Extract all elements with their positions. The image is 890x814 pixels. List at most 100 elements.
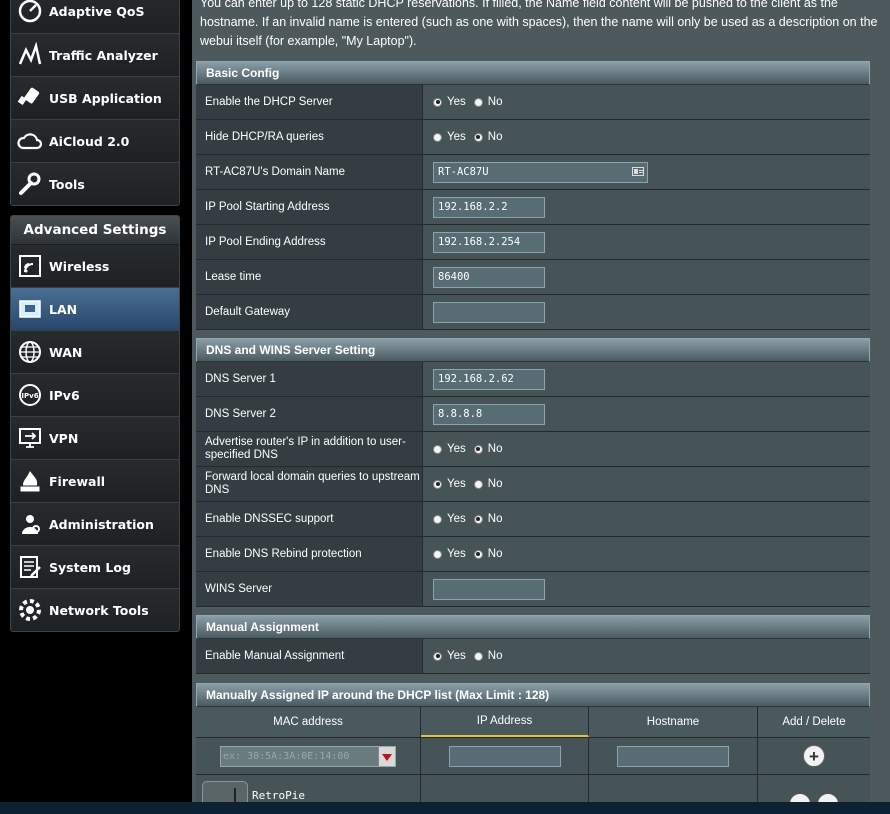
pool-start-input[interactable]: 192.168.2.2 xyxy=(433,196,545,218)
pool-end-row: IP Pool Ending Address 192.168.2.254 xyxy=(196,225,870,260)
radio-label: Yes xyxy=(447,478,466,490)
ipv6-icon: IPv6 xyxy=(17,382,43,408)
sidebar-item-label: VPN xyxy=(49,430,79,446)
wins-server-input[interactable] xyxy=(433,578,545,600)
new-ip-input[interactable] xyxy=(448,745,561,767)
new-hostname-input[interactable] xyxy=(617,745,729,767)
sidebar-item-wan[interactable]: WAN xyxy=(11,331,179,374)
rebind-no-radio[interactable]: No xyxy=(473,548,502,560)
dnssec-yes-radio[interactable]: Yes xyxy=(433,513,466,525)
enable-dhcp-no-radio[interactable]: No xyxy=(473,96,503,108)
column-hostname: Hostname xyxy=(589,707,758,737)
advertise-no-radio[interactable]: No xyxy=(473,443,502,455)
field-label: DNS Server 2 xyxy=(196,397,423,431)
sidebar-item-label: USB Application xyxy=(49,90,162,106)
section-title: Basic Config xyxy=(196,61,870,85)
sidebar-item-label: AiCloud 2.0 xyxy=(49,133,130,149)
enable-dhcp-row: Enable the DHCP Server Yes No xyxy=(196,85,870,120)
radio-unselected-icon xyxy=(433,444,442,454)
mac-address-select[interactable]: ex: 30:5A:3A:0E:14:00 xyxy=(220,745,396,767)
field-label: IP Pool Ending Address xyxy=(196,225,423,259)
sidebar-item-label: Tools xyxy=(49,176,85,192)
sidebar-item-label: Traffic Analyzer xyxy=(49,47,158,63)
radio-unselected-icon xyxy=(433,132,442,142)
sidebar-item-aicloud[interactable]: AiCloud 2.0 xyxy=(11,120,179,163)
dropdown-arrow-icon[interactable] xyxy=(378,746,395,766)
sidebar-item-label: Network Tools xyxy=(49,602,149,618)
manual-no-radio[interactable]: No xyxy=(473,650,503,662)
sidebar-item-vpn[interactable]: VPN xyxy=(11,417,179,460)
forward-local-yes-radio[interactable]: Yes xyxy=(433,478,466,490)
domain-name-row: RT-AC87U's Domain Name RT-AC87U xyxy=(196,155,870,190)
radio-label: Yes xyxy=(447,548,466,560)
sidebar-item-label: WAN xyxy=(49,344,83,360)
dns2-input[interactable]: 8.8.8.8 xyxy=(433,403,545,425)
field-label: RT-AC87U's Domain Name xyxy=(196,155,423,189)
radio-selected-icon xyxy=(473,514,483,524)
svg-text:IPv6: IPv6 xyxy=(21,392,38,400)
sidebar-item-system-log[interactable]: System Log xyxy=(11,546,179,589)
radio-selected-icon xyxy=(433,97,442,107)
rebind-yes-radio[interactable]: Yes xyxy=(433,548,466,560)
radio-label: Yes xyxy=(447,131,466,143)
hide-dhcp-row: Hide DHCP/RA queries Yes No xyxy=(196,120,870,155)
basic-config-section: Basic Config Enable the DHCP Server Yes … xyxy=(196,61,870,330)
rebind-row: Enable DNS Rebind protection Yes No xyxy=(196,537,870,572)
radio-unselected-icon xyxy=(433,549,442,559)
sidebar-item-lan[interactable]: LAN xyxy=(11,288,179,331)
sidebar-item-network-tools[interactable]: Network Tools xyxy=(11,589,179,631)
radio-label: No xyxy=(487,131,503,143)
sidebar-item-usb-application[interactable]: USB Application xyxy=(11,77,179,120)
sidebar-item-label: Adaptive QoS xyxy=(49,3,145,19)
field-label: Lease time xyxy=(196,260,423,294)
sidebar-item-wireless[interactable]: Wireless xyxy=(11,245,179,288)
pool-end-input[interactable]: 192.168.2.254 xyxy=(433,231,545,253)
radio-label: Yes xyxy=(447,443,466,455)
delete-entry-button[interactable] xyxy=(817,793,839,802)
sidebar-item-traffic-analyzer[interactable]: Traffic Analyzer xyxy=(11,34,179,77)
field-label: Default Gateway xyxy=(196,295,423,329)
domain-name-input[interactable]: RT-AC87U xyxy=(433,161,648,183)
sidebar-item-tools[interactable]: Tools xyxy=(11,163,179,205)
radio-unselected-icon xyxy=(473,651,483,661)
enable-dhcp-yes-radio[interactable]: Yes xyxy=(433,96,466,108)
radio-selected-icon xyxy=(473,549,483,559)
dns2-row: DNS Server 2 8.8.8.8 xyxy=(196,397,870,432)
radio-label: No xyxy=(487,650,503,662)
dhcp-list-section: Manually Assigned IP around the DHCP lis… xyxy=(196,683,870,802)
field-label: Forward local domain queries to upstream… xyxy=(196,467,423,501)
dns1-input[interactable]: 192.168.2.62 xyxy=(433,368,545,390)
field-label: Enable the DHCP Server xyxy=(196,85,423,119)
advertise-yes-radio[interactable]: Yes xyxy=(433,443,466,455)
forward-local-row: Forward local domain queries to upstream… xyxy=(196,467,870,502)
vpn-icon xyxy=(17,425,43,451)
sidebar-item-ipv6[interactable]: IPv6 IPv6 xyxy=(11,374,179,417)
sidebar-item-adaptive-qos[interactable]: Adaptive QoS xyxy=(11,0,179,34)
enable-manual-row: Enable Manual Assignment Yes No xyxy=(196,639,870,674)
hide-dhcp-yes-radio[interactable]: Yes xyxy=(433,131,466,143)
hide-dhcp-no-radio[interactable]: No xyxy=(473,131,503,143)
default-gateway-input[interactable] xyxy=(433,301,545,323)
edit-entry-button[interactable] xyxy=(789,793,811,802)
sidebar-item-administration[interactable]: Administration xyxy=(11,503,179,546)
manual-yes-radio[interactable]: Yes xyxy=(433,650,466,662)
add-entry-button[interactable]: + xyxy=(803,745,825,767)
admin-gear-icon xyxy=(17,511,43,537)
radio-selected-icon xyxy=(433,651,442,661)
radio-label: No xyxy=(487,96,503,108)
radio-selected-icon xyxy=(433,479,442,489)
entry-ip: 192.168.2.247 xyxy=(421,775,589,802)
wins-row: WINS Server xyxy=(196,572,870,607)
cloud-icon xyxy=(17,128,43,154)
section-title: Manual Assignment xyxy=(196,615,870,639)
sidebar-item-label: LAN xyxy=(49,301,78,317)
field-label: IP Pool Starting Address xyxy=(196,190,423,224)
sidebar: Adaptive QoS Traffic Analyzer USB Applic… xyxy=(0,0,192,814)
id-card-icon[interactable] xyxy=(632,166,644,176)
system-log-icon xyxy=(17,554,43,580)
dnssec-no-radio[interactable]: No xyxy=(473,513,502,525)
lease-time-input[interactable]: 86400 xyxy=(433,266,545,288)
field-label: Enable DNSSEC support xyxy=(196,502,423,536)
sidebar-item-firewall[interactable]: Firewall xyxy=(11,460,179,503)
forward-local-no-radio[interactable]: No xyxy=(473,478,502,490)
